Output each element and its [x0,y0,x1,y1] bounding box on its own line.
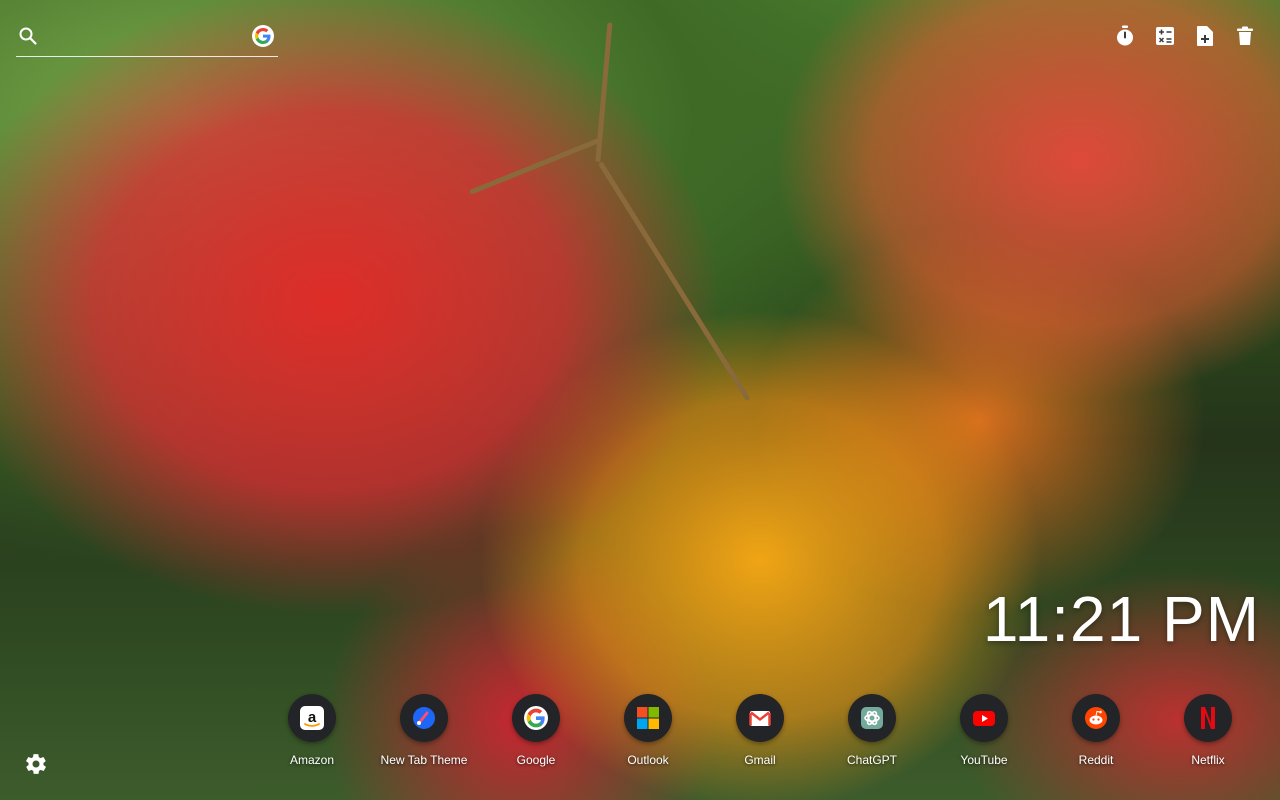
shortcuts-bar: a Amazon New Tab Theme Google Outlook Gm… [256,694,1264,767]
search-icon[interactable] [18,26,38,46]
youtube-icon [960,694,1008,742]
shortcut-chatgpt[interactable]: ChatGPT [816,694,928,767]
clock-time: 11:21 PM [982,583,1260,655]
shortcut-label: Gmail [744,753,776,767]
calculator-icon[interactable] [1154,25,1176,47]
shortcut-reddit[interactable]: Reddit [1040,694,1152,767]
background-branch [597,161,751,402]
shortcut-label: Google [516,753,556,767]
shortcut-youtube[interactable]: YouTube [928,694,1040,767]
shortcut-netflix[interactable]: Netflix [1152,694,1264,767]
timer-icon[interactable] [1114,25,1136,47]
shortcut-new-tab-theme[interactable]: New Tab Theme [368,694,480,767]
trash-icon[interactable] [1234,25,1256,47]
shortcut-label: New Tab Theme [380,753,468,767]
google-icon[interactable] [252,25,274,47]
shortcut-label: YouTube [960,753,1008,767]
shortcut-label: ChatGPT [846,753,897,767]
gear-icon[interactable] [24,752,48,776]
background-branch [595,22,613,163]
new-note-icon[interactable] [1194,25,1216,47]
shortcut-google[interactable]: Google [480,694,592,767]
google-icon [512,694,560,742]
reddit-icon [1072,694,1120,742]
shortcut-label: Outlook [627,753,669,767]
background-branch [469,137,601,195]
search-bar[interactable] [16,22,278,57]
new-tab-theme-icon [400,694,448,742]
chatgpt-icon [848,694,896,742]
shortcut-outlook[interactable]: Outlook [592,694,704,767]
svg-text:a: a [308,709,317,726]
search-input[interactable] [46,24,250,52]
toolbar [1114,25,1256,47]
gmail-icon [736,694,784,742]
amazon-icon: a [288,694,336,742]
shortcut-label: Amazon [289,753,335,767]
shortcut-label: Reddit [1078,753,1114,767]
outlook-icon [624,694,672,742]
shortcut-label: Netflix [1191,753,1225,767]
shortcut-gmail[interactable]: Gmail [704,694,816,767]
netflix-icon [1184,694,1232,742]
shortcut-amazon[interactable]: a Amazon [256,694,368,767]
